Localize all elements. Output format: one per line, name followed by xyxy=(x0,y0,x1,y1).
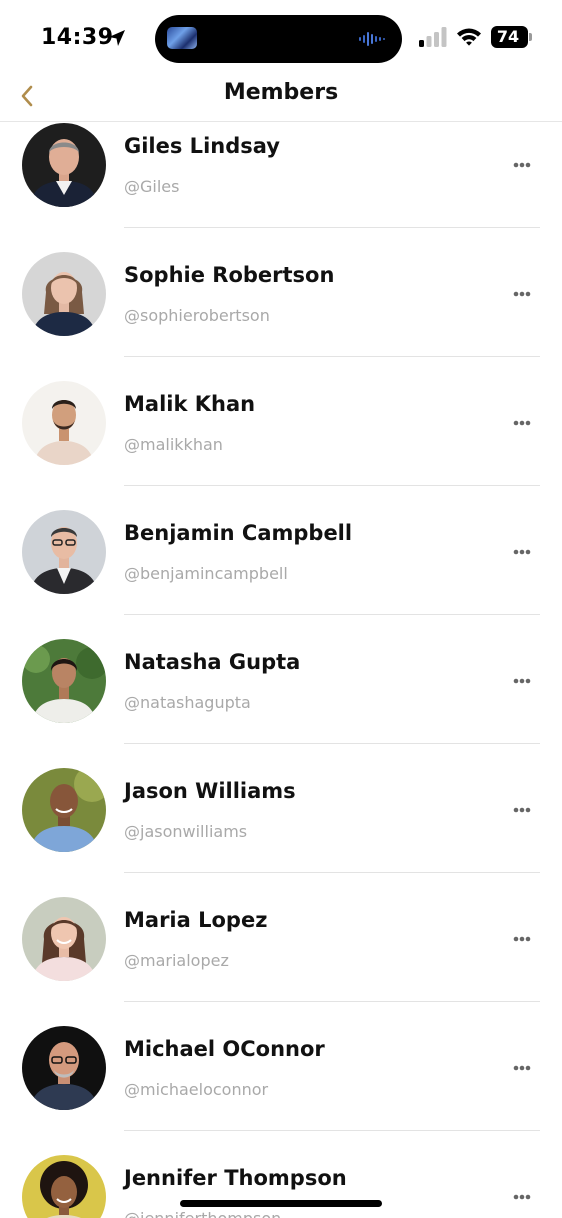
members-list[interactable]: Giles Lindsay @Giles Sophie Robertson @s… xyxy=(0,122,562,1218)
avatar[interactable] xyxy=(22,381,106,465)
wifi-icon xyxy=(457,28,481,46)
now-playing-artwork xyxy=(167,27,197,49)
more-options-button[interactable] xyxy=(506,1058,538,1078)
more-horizontal-icon xyxy=(513,1065,531,1071)
avatar[interactable] xyxy=(22,510,106,594)
member-name: Benjamin Campbell xyxy=(124,521,353,545)
more-horizontal-icon xyxy=(513,1194,531,1200)
member-row[interactable]: Benjamin Campbell @benjamincampbell xyxy=(0,486,562,615)
member-row[interactable]: Natasha Gupta @natashagupta xyxy=(0,615,562,744)
status-bar: 14:39 74 xyxy=(0,0,562,76)
more-horizontal-icon xyxy=(513,420,531,426)
member-name: Natasha Gupta xyxy=(124,650,301,674)
member-handle: @natashagupta xyxy=(124,693,251,712)
member-handle: @malikkhan xyxy=(124,435,223,454)
avatar[interactable] xyxy=(22,1155,106,1218)
home-indicator[interactable] xyxy=(180,1200,382,1207)
more-options-button[interactable] xyxy=(506,1187,538,1207)
page-title: Members xyxy=(223,80,339,105)
member-row[interactable]: Michael OConnor @michaeloconnor xyxy=(0,1002,562,1131)
member-name: Giles Lindsay xyxy=(124,134,280,158)
more-horizontal-icon xyxy=(513,549,531,555)
member-handle: @marialopez xyxy=(124,951,229,970)
battery-level: 74 xyxy=(496,27,520,46)
avatar[interactable] xyxy=(22,123,106,207)
more-options-button[interactable] xyxy=(506,284,538,304)
location-arrow-icon xyxy=(109,30,125,46)
member-row[interactable]: Jason Williams @jasonwilliams xyxy=(0,744,562,873)
more-horizontal-icon xyxy=(513,678,531,684)
more-options-button[interactable] xyxy=(506,800,538,820)
member-name: Jennifer Thompson xyxy=(124,1166,347,1190)
more-options-button[interactable] xyxy=(506,929,538,949)
member-handle: @jenniferthompson xyxy=(124,1209,281,1218)
cellular-signal-icon xyxy=(419,27,447,47)
avatar[interactable] xyxy=(22,252,106,336)
member-name: Maria Lopez xyxy=(124,908,268,932)
avatar[interactable] xyxy=(22,639,106,723)
more-options-button[interactable] xyxy=(506,155,538,175)
member-handle: @sophierobertson xyxy=(124,306,270,325)
member-name: Sophie Robertson xyxy=(124,263,335,287)
member-handle: @Giles xyxy=(124,177,180,196)
more-horizontal-icon xyxy=(513,936,531,942)
avatar[interactable] xyxy=(22,768,106,852)
battery-cap xyxy=(529,33,532,41)
member-row[interactable]: Sophie Robertson @sophierobertson xyxy=(0,228,562,357)
status-time: 14:39 xyxy=(41,25,114,50)
more-horizontal-icon xyxy=(513,162,531,168)
member-handle: @jasonwilliams xyxy=(124,822,248,841)
member-handle: @benjamincampbell xyxy=(124,564,288,583)
battery-icon: 74 xyxy=(491,26,533,48)
more-horizontal-icon xyxy=(513,807,531,813)
member-handle: @michaeloconnor xyxy=(124,1080,269,1099)
more-options-button[interactable] xyxy=(506,671,538,691)
navigation-bar: Members xyxy=(0,76,562,122)
member-name: Jason Williams xyxy=(124,779,296,803)
dynamic-island xyxy=(155,15,402,63)
more-options-button[interactable] xyxy=(506,413,538,433)
member-row[interactable]: Giles Lindsay @Giles xyxy=(0,122,562,228)
member-name: Malik Khan xyxy=(124,392,256,416)
more-horizontal-icon xyxy=(513,291,531,297)
avatar[interactable] xyxy=(22,897,106,981)
avatar[interactable] xyxy=(22,1026,106,1110)
audio-waveform-icon xyxy=(359,32,385,46)
member-row[interactable]: Malik Khan @malikkhan xyxy=(0,357,562,486)
more-options-button[interactable] xyxy=(506,542,538,562)
member-name: Michael OConnor xyxy=(124,1037,325,1061)
member-row[interactable]: Maria Lopez @marialopez xyxy=(0,873,562,1002)
